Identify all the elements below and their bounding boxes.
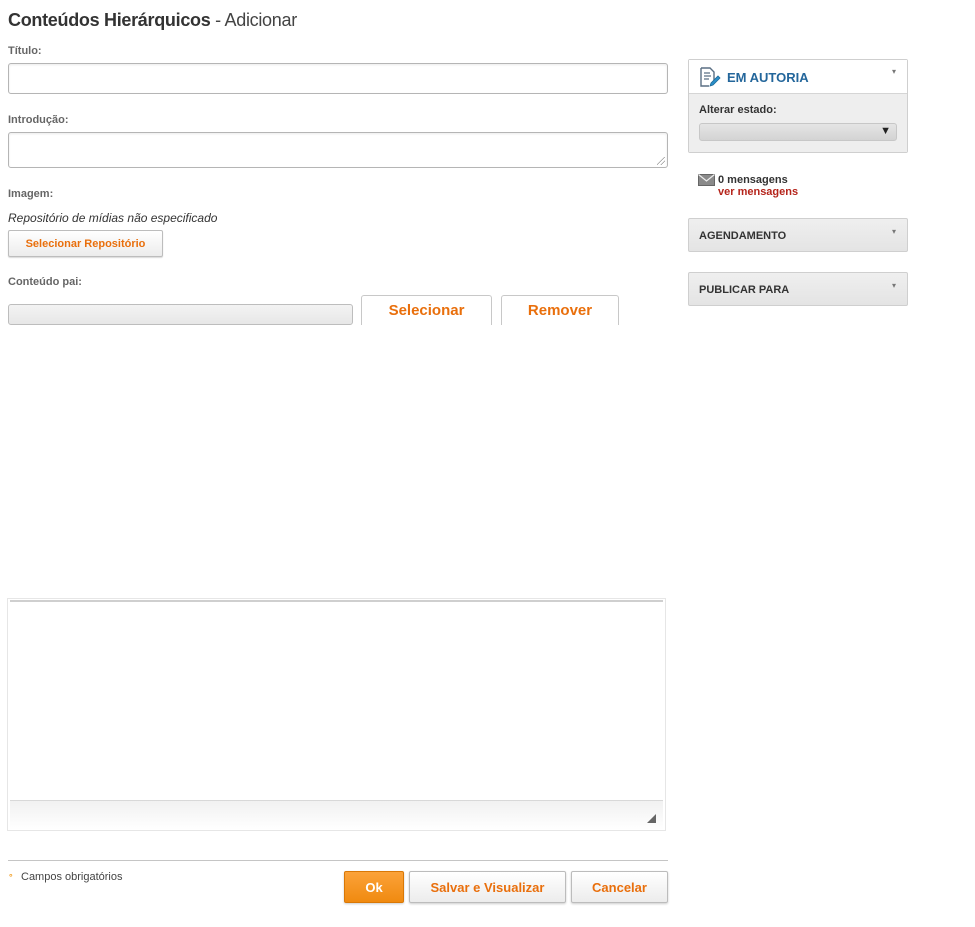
status-panel-header[interactable]: EM AUTORIA ▾	[689, 60, 907, 94]
resize-handle-icon[interactable]	[647, 814, 656, 823]
editor-status-bar	[10, 800, 663, 830]
schedule-panel[interactable]: AGENDAMENTO ▾	[688, 218, 908, 252]
page-title-action: Adicionar	[224, 10, 298, 30]
titulo-input[interactable]	[8, 63, 668, 94]
editor-toolbar-line	[10, 600, 663, 602]
parent-content-label: Conteúdo pai:	[8, 276, 82, 288]
repository-note: Repositório de mídias não especificado	[8, 211, 218, 225]
chevron-down-icon[interactable]: ▾	[892, 281, 896, 290]
select-arrow-icon: ▼	[880, 125, 891, 137]
imagem-label: Imagem:	[8, 188, 54, 200]
required-fields-note: Campos obrigatórios	[21, 871, 123, 883]
ok-button[interactable]: Ok	[344, 871, 404, 903]
change-state-label: Alterar estado:	[699, 104, 777, 116]
page-title-separator: -	[210, 10, 225, 30]
titulo-label: Título:	[8, 45, 42, 57]
status-panel-body: Alterar estado: ▼	[689, 94, 907, 152]
envelope-icon	[698, 174, 715, 186]
page-title: Conteúdos Hierárquicos - Adicionar	[8, 10, 297, 31]
parent-content-field[interactable]	[8, 304, 353, 325]
status-panel-title: EM AUTORIA	[727, 70, 809, 85]
introducao-textarea[interactable]	[8, 132, 668, 168]
introducao-label: Introdução:	[8, 114, 69, 126]
schedule-panel-title: AGENDAMENTO	[699, 230, 787, 242]
chevron-down-icon[interactable]: ▾	[892, 67, 896, 76]
required-mark-icon: °	[9, 872, 13, 882]
form-divider	[8, 860, 668, 861]
change-state-select[interactable]: ▼	[699, 123, 897, 141]
page-title-main: Conteúdos Hierárquicos	[8, 10, 211, 30]
messages-count: 0 mensagens	[718, 174, 788, 186]
save-preview-button[interactable]: Salvar e Visualizar	[409, 871, 566, 903]
select-repository-button[interactable]: Selecionar Repositório	[8, 230, 163, 257]
remove-parent-button[interactable]: Remover	[501, 295, 619, 325]
publish-panel-title: PUBLICAR PARA	[699, 284, 790, 296]
publish-panel[interactable]: PUBLICAR PARA ▾	[688, 272, 908, 306]
content-editor[interactable]	[7, 598, 666, 831]
status-panel: EM AUTORIA ▾ Alterar estado: ▼	[688, 59, 908, 153]
view-messages-link[interactable]: ver mensagens	[718, 186, 798, 198]
cancel-button[interactable]: Cancelar	[571, 871, 668, 903]
select-parent-button[interactable]: Selecionar	[361, 295, 492, 325]
edit-document-icon	[700, 67, 721, 87]
chevron-down-icon[interactable]: ▾	[892, 227, 896, 236]
textarea-resize-icon[interactable]	[657, 157, 665, 165]
